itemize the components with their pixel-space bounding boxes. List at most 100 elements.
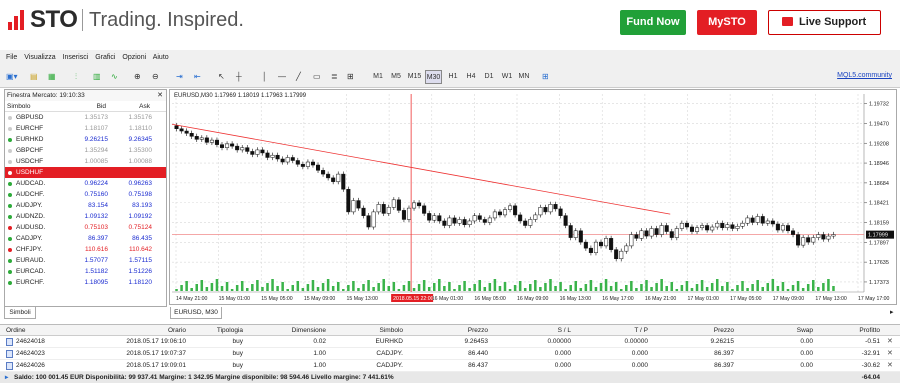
type-cell: buy — [232, 350, 243, 357]
candle-body — [366, 215, 371, 228]
market-watch-row[interactable]: GBPCHF 1.35294 1.35300 — [5, 145, 166, 156]
tab-simboli[interactable]: Simboli — [4, 307, 36, 319]
close-order-icon[interactable]: ✕ — [887, 336, 893, 348]
close-icon[interactable]: ✕ — [157, 91, 163, 99]
vertical-line-icon[interactable]: │ — [262, 70, 267, 84]
templates-icon[interactable]: ⊞ — [542, 70, 549, 84]
market-watch-row[interactable]: USDHUF — [5, 167, 166, 178]
direction-dot-icon — [8, 127, 12, 131]
bid-cell: 9.26215 — [84, 136, 109, 143]
market-watch-row[interactable]: AUDNZD. 1.09132 1.09192 — [5, 211, 166, 222]
tf-w1[interactable]: W1 — [500, 70, 514, 84]
symbol-cell: CADJPY. — [376, 362, 403, 369]
market-watch-row[interactable]: AUDJPY. 83.154 83.193 — [5, 200, 166, 211]
col-sl[interactable]: S / L — [558, 325, 571, 336]
market-watch-row[interactable]: EURCAD. 1.51182 1.51226 — [5, 266, 166, 277]
symbol-cell: EURHKD — [375, 338, 403, 345]
col-bid[interactable]: Bid — [97, 101, 106, 112]
tf-m30[interactable]: M30 — [425, 70, 442, 84]
market-watch-row[interactable]: GBPUSD 1.35173 1.35176 — [5, 112, 166, 123]
bid-cell: 1.35294 — [84, 147, 109, 154]
candle-body — [679, 222, 684, 229]
tf-m1[interactable]: M1 — [371, 70, 385, 84]
candle-body — [684, 222, 689, 228]
candle-body — [508, 205, 513, 210]
menu-grafici[interactable]: Grafici — [95, 54, 115, 61]
col-tp[interactable]: T / P — [634, 325, 648, 336]
price-chart[interactable]: 1.19732 1.19470 1.19208 1.18946 1.18684 1.184… — [169, 89, 897, 305]
candle-body — [452, 217, 457, 224]
mysto-button[interactable]: MySTO — [697, 10, 757, 35]
menu-aiuto[interactable]: Aiuto — [153, 54, 169, 61]
market-watch-row[interactable]: AUDCHF. 0.75160 0.75198 — [5, 189, 166, 200]
menu-visualizza[interactable]: Visualizza — [24, 54, 55, 61]
col-order[interactable]: Ordine — [6, 325, 26, 336]
col-time[interactable]: Orario — [168, 325, 186, 336]
close-order-icon[interactable]: ✕ — [887, 348, 893, 360]
direction-dot-icon — [8, 171, 12, 175]
menu-inserisci[interactable]: Inserisci — [63, 54, 89, 61]
text-label-icon[interactable]: ▭ — [313, 70, 321, 84]
candlestick-icon[interactable]: ▥ — [93, 70, 101, 84]
market-watch-row[interactable]: EURHKD 9.26215 9.26345 — [5, 134, 166, 145]
menu-opzioni[interactable]: Opzioni — [122, 54, 146, 61]
market-watch-row[interactable]: EURCHF 1.18107 1.18110 — [5, 123, 166, 134]
col-price[interactable]: Prezzo — [468, 325, 488, 336]
market-watch-row[interactable]: CHFJPY. 110.616 110.642 — [5, 244, 166, 255]
candle-body — [265, 152, 270, 158]
col-swap[interactable]: Swap — [797, 325, 813, 336]
tf-h4[interactable]: H4 — [464, 70, 478, 84]
col-ask[interactable]: Ask — [139, 101, 150, 112]
tab-eurusd-m30[interactable]: EURUSD, M30 — [170, 307, 222, 319]
chart-shift-icon[interactable]: ⇤ — [194, 70, 201, 84]
market-watch-row[interactable]: EURCHF. 1.18095 1.18120 — [5, 277, 166, 288]
profiles-icon[interactable]: ▤ — [30, 70, 38, 84]
col-size[interactable]: Dimensione — [292, 325, 326, 336]
market-watch-row[interactable]: USDCHF 1.00085 1.00088 — [5, 156, 166, 167]
trendline-icon[interactable]: ╱ — [296, 70, 301, 84]
scroll-right-icon[interactable]: ▸ — [890, 308, 894, 316]
market-watch-row[interactable]: CADJPY. 86.397 86.435 — [5, 233, 166, 244]
tf-mn[interactable]: MN — [517, 70, 531, 84]
candle-body — [406, 207, 412, 220]
tf-m15[interactable]: M15 — [406, 70, 423, 84]
close-order-icon[interactable]: ✕ — [887, 360, 893, 372]
col-profit[interactable]: Profitto — [859, 325, 880, 336]
candle-body — [538, 207, 543, 216]
order-row[interactable]: 24624026 2018.05.17 19:09:01 buy 1.00 CADJPY… — [0, 360, 900, 372]
mql5-community-link[interactable]: MQL5.community — [837, 72, 892, 79]
tf-h1[interactable]: H1 — [446, 70, 460, 84]
horizontal-line-icon[interactable]: — — [278, 70, 286, 84]
market-watch-row[interactable]: EURAUD. 1.57077 1.57115 — [5, 255, 166, 266]
cursor-icon[interactable]: ↖ — [218, 70, 225, 84]
tf-m5[interactable]: M5 — [389, 70, 403, 84]
zoom-out-icon[interactable]: ⊖ — [152, 70, 159, 84]
order-row[interactable]: 24624023 2018.05.17 19:07:37 buy 1.00 CADJPY… — [0, 348, 900, 360]
crosshair-icon[interactable]: ┼ — [236, 70, 242, 84]
chart-canvas[interactable]: 1.19732 1.19470 1.19208 1.18946 1.18684 1.184… — [170, 90, 896, 304]
zoom-in-icon[interactable]: ⊕ — [134, 70, 141, 84]
col-symbol[interactable]: Simbolo — [7, 101, 30, 112]
order-row[interactable]: 24624018 2018.05.17 19:06:10 buy 0.02 EURHKD… — [0, 336, 900, 348]
market-watch-row[interactable]: AUDCAD. 0.96224 0.96263 — [5, 178, 166, 189]
symbol-cell: AUDCAD. — [16, 180, 46, 187]
candle-body — [588, 247, 593, 253]
live-support-button[interactable]: Live Support — [768, 10, 881, 35]
fibonacci-icon[interactable]: ≣ — [331, 70, 338, 84]
tf-d1[interactable]: D1 — [482, 70, 496, 84]
candle-body — [417, 202, 422, 207]
objects-icon[interactable]: ⊞ — [347, 70, 354, 84]
col-current-price[interactable]: Prezzo — [714, 325, 734, 336]
line-chart-icon[interactable]: ∿ — [111, 70, 118, 84]
bid-cell: 86.397 — [88, 235, 108, 242]
menu-file[interactable]: File — [6, 54, 17, 61]
autoscroll-icon[interactable]: ⇥ — [176, 70, 183, 84]
market-watch-icon[interactable]: ▦ — [48, 70, 56, 84]
market-watch-row[interactable]: AUDUSD. 0.75103 0.75124 — [5, 222, 166, 233]
ask-cell: 0.96263 — [128, 180, 153, 187]
col-type[interactable]: Tipologia — [217, 325, 243, 336]
fund-now-button[interactable]: Fund Now — [620, 10, 686, 35]
new-chart-icon[interactable]: ▣▾ — [6, 70, 18, 84]
col-symbol[interactable]: Simbolo — [380, 325, 403, 336]
bar-chart-icon[interactable]: ⫶ — [75, 70, 77, 84]
